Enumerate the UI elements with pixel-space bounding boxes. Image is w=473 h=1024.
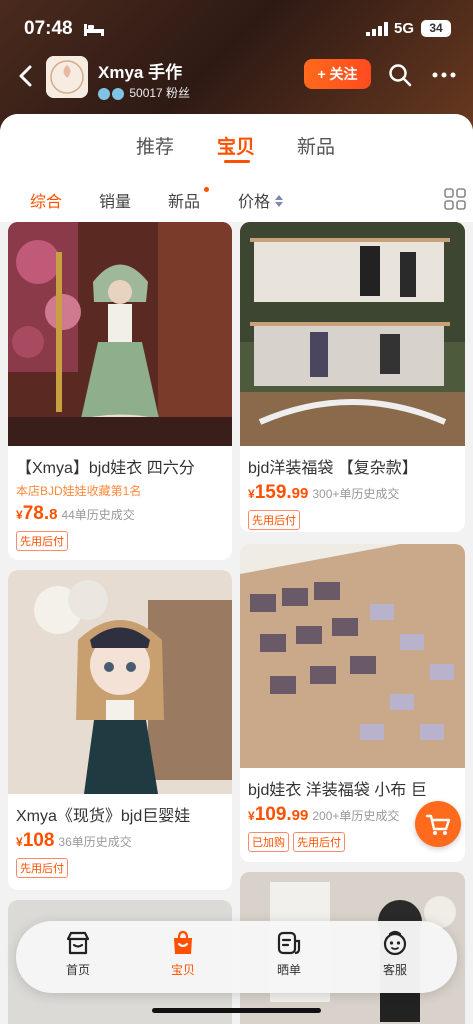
price-row: ¥108 36单历史成交 (8, 826, 232, 852)
product-title: Xmya《现货》bjd巨婴娃 (16, 808, 191, 825)
bottom-navigation: 首页 宝贝 晒单 客服 (16, 921, 457, 993)
shopping-bag-icon (174, 930, 192, 954)
nav-customer-service[interactable]: 客服 (365, 929, 425, 978)
shop-tabs: 推荐 宝贝 新品 (0, 114, 473, 174)
pay-later-badge: 先用后付 (16, 858, 68, 878)
shop-level-icon (112, 87, 124, 100)
price-decimals: 99 (291, 807, 309, 824)
sort-arrows-icon (275, 195, 284, 207)
currency-symbol: ¥ (16, 835, 23, 849)
product-tags: 先用后付 (240, 504, 465, 530)
cart-button[interactable] (415, 801, 461, 847)
nav-products[interactable]: 宝贝 (153, 929, 213, 978)
product-image (240, 544, 465, 768)
product-price: 108 (22, 830, 55, 851)
shop-logo-image (46, 56, 88, 98)
follow-button[interactable]: + 关注 (304, 59, 371, 89)
price-row: ¥159.99 300+单历史成交 (240, 478, 465, 504)
tab-products[interactable]: 宝贝 (217, 132, 255, 159)
product-title: 【Xmya】bjd娃衣 四六分 (16, 460, 195, 477)
product-sold-count: 36单历史成交 (58, 835, 132, 849)
product-title: bjd娃衣 洋装福袋 小布 巨 (248, 782, 427, 799)
price-row: ¥78.8 44单历史成交 (8, 499, 232, 525)
product-tags: 先用后付 (8, 852, 232, 878)
nav-home-label: 首页 (65, 963, 90, 977)
product-tags: 先用后付 (8, 525, 232, 551)
grid-view-icon[interactable] (444, 188, 466, 210)
back-arrow-icon[interactable] (16, 64, 36, 88)
product-title: bjd洋装福袋 【复杂款】 (248, 460, 418, 477)
nav-products-label: 宝贝 (170, 963, 195, 977)
product-card[interactable]: Xmya《现货》bjd巨婴娃 ¥108 36单历史成交 先用后付 (8, 570, 232, 890)
cart-icon (425, 814, 451, 835)
new-dot-indicator (204, 187, 209, 192)
status-bar: 07:48 5G 34 (0, 0, 473, 56)
currency-symbol: ¥ (248, 809, 255, 823)
sort-price[interactable]: 价格 (238, 188, 284, 212)
search-icon[interactable] (388, 63, 412, 87)
pay-later-badge: 先用后付 (293, 832, 345, 852)
tab-recommend[interactable]: 推荐 (136, 132, 174, 159)
nav-customer-service-label: 客服 (382, 963, 407, 977)
sort-bar: 综合 销量 新品 价格 (0, 174, 473, 222)
product-price: 159.99 (254, 482, 309, 503)
added-to-cart-badge: 已加购 (248, 832, 289, 852)
sort-sales[interactable]: 销量 (99, 188, 131, 212)
currency-symbol: ¥ (248, 487, 255, 501)
product-price: 78.8 (22, 503, 58, 524)
product-sold-count: 200+单历史成交 (312, 809, 400, 823)
active-tab-indicator (224, 160, 250, 163)
pay-later-badge: 先用后付 (248, 510, 300, 530)
product-image (8, 222, 232, 446)
network-type: 5G (394, 20, 415, 37)
sort-new[interactable]: 新品 (168, 188, 200, 212)
tab-new[interactable]: 新品 (297, 132, 335, 159)
shop-home-icon (66, 931, 90, 955)
shop-name[interactable]: Xmya 手作 (98, 58, 182, 83)
product-card[interactable]: bjd洋装福袋 【复杂款】 ¥159.99 300+单历史成交 先用后付 (240, 222, 465, 532)
product-panel: 推荐 宝贝 新品 综合 销量 新品 价格 【Xmya】bjd娃衣 四六分 本店B… (0, 114, 473, 1024)
customer-service-icon (383, 930, 407, 956)
fans-count-text: 50017 粉丝 (129, 86, 191, 100)
shop-fans-count: 50017 粉丝 (98, 84, 190, 101)
signal-icon (366, 22, 388, 36)
nav-reviews-label: 晒单 (276, 963, 301, 977)
price-decimals: 99 (291, 485, 309, 502)
battery-icon: 34 (421, 20, 451, 37)
review-icon (277, 931, 301, 955)
nav-reviews[interactable]: 晒单 (259, 929, 319, 978)
shop-info-bar: Xmya 手作 50017 粉丝 + 关注 (0, 56, 473, 102)
home-indicator[interactable] (152, 1008, 321, 1013)
currency-symbol: ¥ (16, 508, 23, 522)
product-price: 109.99 (254, 804, 309, 825)
sort-price-label: 价格 (238, 194, 271, 211)
pay-later-badge: 先用后付 (16, 531, 68, 551)
product-image (8, 570, 232, 794)
sleep-mode-icon (84, 24, 104, 36)
nav-home[interactable]: 首页 (48, 929, 108, 978)
more-options-icon[interactable] (431, 63, 457, 87)
shop-logo[interactable] (46, 56, 88, 98)
product-sold-count: 300+单历史成交 (312, 487, 400, 501)
sort-overall[interactable]: 综合 (30, 188, 62, 212)
status-time: 07:48 (24, 18, 73, 39)
price-decimals: 8 (49, 506, 58, 523)
product-card[interactable]: 【Xmya】bjd娃衣 四六分 本店BJD娃娃收藏第1名 ¥78.8 44单历史成… (8, 222, 232, 560)
product-sold-count: 44单历史成交 (61, 508, 135, 522)
shop-level-icon (98, 87, 110, 100)
product-promo: 本店BJD娃娃收藏第1名 (16, 484, 142, 498)
product-image (240, 222, 465, 446)
